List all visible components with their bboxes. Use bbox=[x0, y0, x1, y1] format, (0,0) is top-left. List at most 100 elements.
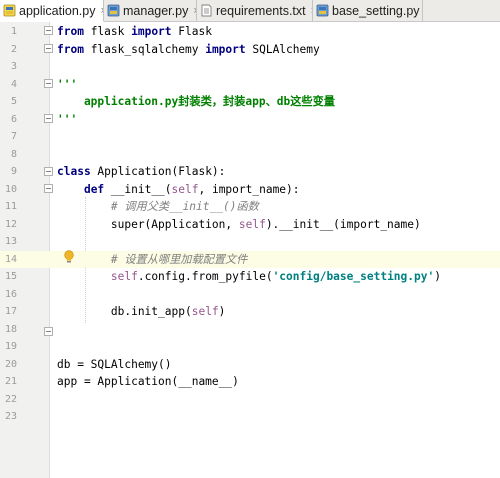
code-line[interactable]: 6 ''' bbox=[0, 111, 500, 129]
code-token: db = SQLAlchemy() bbox=[57, 357, 172, 371]
code-line[interactable]: 3 bbox=[0, 58, 500, 76]
code-token: Application(Flask): bbox=[90, 165, 226, 178]
code-text: application.py封装类，封装app、db这些变量 bbox=[57, 93, 335, 111]
code-line[interactable]: 17 db.init_app(self) bbox=[0, 303, 500, 321]
code-line[interactable]: 23 bbox=[0, 408, 500, 426]
line-number: 20 bbox=[4, 358, 17, 370]
code-line[interactable]: 5 application.py封装类，封装app、db这些变量 bbox=[0, 93, 500, 111]
code-token: import bbox=[131, 25, 172, 38]
code-token: self bbox=[238, 217, 266, 231]
code-line[interactable]: 9 class Application(Flask): bbox=[0, 163, 500, 181]
code-token: class bbox=[57, 165, 91, 178]
line-number: 4 bbox=[10, 78, 17, 90]
tab-requirements-txt[interactable]: requirements.txt × bbox=[197, 0, 313, 21]
code-line[interactable]: 20 db = SQLAlchemy() bbox=[0, 356, 500, 374]
code-line[interactable]: 13 bbox=[0, 233, 500, 251]
line-number: 11 bbox=[4, 201, 17, 212]
code-token: , import_name): bbox=[198, 182, 300, 196]
line-number: 5 bbox=[10, 96, 17, 107]
code-line[interactable]: 16 bbox=[0, 286, 500, 304]
code-token: self bbox=[171, 182, 199, 196]
code-token: def bbox=[83, 182, 105, 196]
line-number: 2 bbox=[10, 43, 17, 55]
tab-manager-py[interactable]: manager.py × bbox=[104, 0, 197, 21]
line-number: 8 bbox=[10, 148, 17, 160]
fold-marker-icon[interactable] bbox=[44, 44, 53, 53]
line-number: 21 bbox=[4, 376, 17, 387]
line-number: 10 bbox=[4, 183, 17, 195]
lightbulb-icon[interactable] bbox=[63, 250, 75, 264]
code-token: app = Application(__name__) bbox=[57, 375, 239, 388]
code-token: ).__init__(import_name) bbox=[265, 217, 421, 231]
code-line[interactable]: 18 bbox=[0, 321, 500, 339]
code-line[interactable]: 4 ''' bbox=[0, 76, 500, 94]
code-token: # 设置从哪里加载配置文件 bbox=[57, 252, 248, 266]
code-line[interactable]: 14 # 设置从哪里加载配置文件 bbox=[0, 250, 500, 269]
tab-label: manager.py bbox=[123, 3, 189, 18]
code-token: Flask bbox=[171, 25, 212, 38]
code-token: from bbox=[57, 25, 84, 38]
code-token: .config.from_pyfile( bbox=[137, 270, 273, 283]
code-line[interactable]: 10 def __init__(self, import_name): bbox=[0, 181, 500, 199]
code-line[interactable]: 1 from flask import Flask bbox=[0, 23, 500, 41]
code-token: application.py封装类，封装app、db这些变量 bbox=[57, 95, 335, 108]
tab-label: application.py bbox=[19, 3, 96, 18]
line-number: 14 bbox=[4, 253, 17, 265]
code-text: ''' bbox=[57, 76, 77, 94]
code-token: flask bbox=[83, 25, 132, 38]
tab-application-py[interactable]: application.py × bbox=[0, 0, 104, 22]
code-line[interactable]: 2 from flask_sqlalchemy import SQLAlchemy bbox=[0, 41, 500, 59]
code-line[interactable]: 21 app = Application(__name__) bbox=[0, 373, 500, 391]
line-number: 19 bbox=[4, 341, 17, 352]
code-text: # 调用父类__init__()函数 bbox=[57, 198, 259, 216]
code-text: db.init_app(self) bbox=[57, 303, 226, 321]
fold-marker-icon[interactable] bbox=[44, 327, 53, 336]
editor-tab-bar: application.py × manager.py × requiremen… bbox=[0, 0, 500, 22]
line-number: 9 bbox=[10, 166, 17, 177]
code-token: 'config/base_setting.py' bbox=[272, 270, 435, 283]
code-line[interactable]: 8 bbox=[0, 146, 500, 164]
code-line[interactable]: 11 # 调用父类__init__()函数 bbox=[0, 198, 500, 216]
code-line[interactable]: 12 super(Application, self).__init__(imp… bbox=[0, 216, 500, 234]
line-number: 15 bbox=[4, 271, 17, 282]
fold-marker-icon[interactable] bbox=[44, 26, 53, 35]
code-token: db.init_app( bbox=[57, 305, 192, 318]
line-number: 18 bbox=[4, 323, 17, 335]
fold-marker-icon[interactable] bbox=[44, 184, 53, 193]
code-text: class Application(Flask): bbox=[57, 163, 225, 181]
code-text: # 设置从哪里加载配置文件 bbox=[57, 251, 248, 269]
code-text: from flask import Flask bbox=[57, 23, 212, 41]
code-text: from flask_sqlalchemy import SQLAlchemy bbox=[57, 41, 320, 59]
code-token: self bbox=[191, 305, 219, 318]
fold-marker-icon[interactable] bbox=[44, 79, 53, 88]
line-number: 7 bbox=[10, 131, 17, 142]
line-number: 1 bbox=[10, 26, 17, 37]
code-token: super(Application, bbox=[57, 217, 239, 231]
tab-label: requirements.txt bbox=[216, 3, 306, 18]
code-text: db = SQLAlchemy() bbox=[57, 356, 172, 374]
code-text: super(Application, self).__init__(import… bbox=[57, 216, 421, 234]
code-token: from bbox=[57, 42, 84, 56]
code-token: # 调用父类__init__()函数 bbox=[57, 200, 259, 213]
code-line[interactable]: 15 self.config.from_pyfile('config/base_… bbox=[0, 268, 500, 286]
line-number: 17 bbox=[4, 306, 17, 317]
code-line[interactable]: 19 bbox=[0, 338, 500, 356]
fold-marker-icon[interactable] bbox=[44, 167, 53, 176]
line-number: 13 bbox=[4, 236, 17, 247]
code-token: SQLAlchemy bbox=[245, 42, 320, 56]
line-number: 12 bbox=[4, 218, 17, 230]
code-line[interactable]: 7 bbox=[0, 128, 500, 146]
line-number: 6 bbox=[10, 113, 17, 125]
tab-base-setting-py[interactable]: base_setting.py × bbox=[313, 0, 423, 21]
code-token: flask_sqlalchemy bbox=[83, 42, 206, 56]
python-file-icon bbox=[107, 4, 120, 17]
code-line[interactable]: 22 bbox=[0, 391, 500, 409]
code-token: ''' bbox=[57, 77, 78, 91]
code-text: ''' bbox=[57, 111, 77, 129]
code-text: def __init__(self, import_name): bbox=[57, 181, 300, 199]
code-token: __init__( bbox=[104, 182, 172, 196]
fold-marker-icon[interactable] bbox=[44, 114, 53, 123]
tab-label: base_setting.py bbox=[332, 3, 420, 18]
code-text: app = Application(__name__) bbox=[57, 373, 239, 391]
